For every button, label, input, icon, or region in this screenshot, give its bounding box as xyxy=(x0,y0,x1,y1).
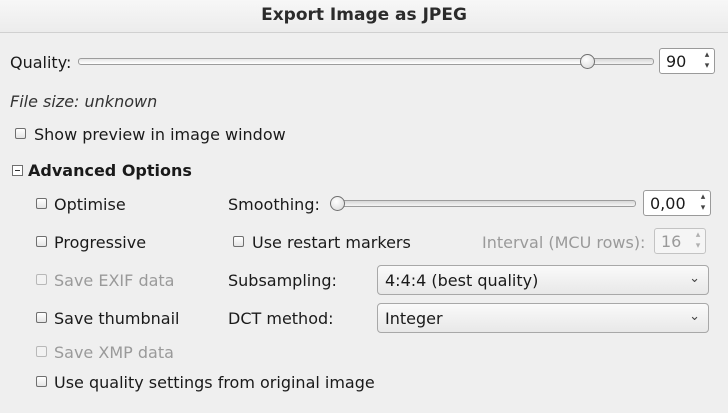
restart-markers-checkbox[interactable] xyxy=(233,236,244,247)
subsampling-value: 4:4:4 (best quality) xyxy=(385,271,539,290)
smoothing-stepper[interactable]: ▴ ▾ xyxy=(698,192,708,214)
collapse-icon[interactable] xyxy=(12,165,23,176)
save-thumbnail-checkbox[interactable] xyxy=(36,312,47,323)
progressive-checkbox[interactable] xyxy=(36,236,47,247)
progressive-label[interactable]: Progressive xyxy=(54,233,146,252)
save-xmp-label: Save XMP data xyxy=(54,343,174,362)
quality-slider-handle[interactable] xyxy=(580,54,595,69)
smoothing-label: Smoothing: xyxy=(228,195,320,214)
smoothing-slider[interactable] xyxy=(332,200,636,207)
advanced-options-header[interactable]: Advanced Options xyxy=(28,161,192,180)
dct-method-dropdown[interactable]: Integer ⌄ xyxy=(377,303,709,333)
chevron-down-icon: ⌄ xyxy=(689,309,700,324)
chevron-down-icon: ⌄ xyxy=(689,271,700,286)
quality-slider-fill xyxy=(79,59,585,64)
show-preview-label[interactable]: Show preview in image window xyxy=(34,125,286,144)
save-exif-label: Save EXIF data xyxy=(54,271,175,290)
smoothing-value: 0,00 xyxy=(650,194,686,213)
quality-stepper[interactable]: ▴ ▾ xyxy=(702,50,712,72)
use-quality-label[interactable]: Use quality settings from original image xyxy=(54,373,375,392)
save-exif-checkbox xyxy=(36,274,47,285)
optimise-checkbox[interactable] xyxy=(36,198,47,209)
spin-down-icon[interactable]: ▾ xyxy=(702,61,712,72)
quality-spinbox[interactable]: 90 ▴ ▾ xyxy=(659,48,715,74)
spin-down-icon[interactable]: ▾ xyxy=(698,203,708,214)
dct-method-value: Integer xyxy=(385,309,443,328)
spin-up-icon: ▴ xyxy=(695,230,701,240)
title-bar: Export Image as JPEG xyxy=(0,0,728,33)
window-title: Export Image as JPEG xyxy=(261,5,467,25)
interval-value: 16 xyxy=(661,232,682,251)
subsampling-label: Subsampling: xyxy=(228,271,337,290)
show-preview-checkbox[interactable] xyxy=(15,128,26,139)
optimise-label[interactable]: Optimise xyxy=(54,195,126,214)
interval-spinbox: 16 ▴ ▾ xyxy=(654,228,706,254)
subsampling-dropdown[interactable]: 4:4:4 (best quality) ⌄ xyxy=(377,265,709,295)
use-quality-checkbox[interactable] xyxy=(36,376,47,387)
quality-label: Quality: xyxy=(10,53,72,72)
spin-up-icon[interactable]: ▴ xyxy=(702,50,712,61)
quality-value: 90 xyxy=(666,52,687,71)
quality-slider[interactable] xyxy=(78,58,654,65)
interval-label: Interval (MCU rows): xyxy=(482,233,646,252)
smoothing-slider-handle[interactable] xyxy=(330,196,345,211)
dct-method-label: DCT method: xyxy=(228,309,334,328)
restart-markers-label[interactable]: Use restart markers xyxy=(252,233,411,252)
file-size-text: File size: unknown xyxy=(10,92,158,111)
spin-up-icon[interactable]: ▴ xyxy=(698,192,708,203)
save-xmp-checkbox xyxy=(36,346,47,357)
spin-down-icon: ▾ xyxy=(695,241,701,251)
save-thumbnail-label[interactable]: Save thumbnail xyxy=(54,309,180,328)
interval-stepper: ▴ ▾ xyxy=(693,230,703,252)
smoothing-spinbox[interactable]: 0,00 ▴ ▾ xyxy=(643,190,711,216)
